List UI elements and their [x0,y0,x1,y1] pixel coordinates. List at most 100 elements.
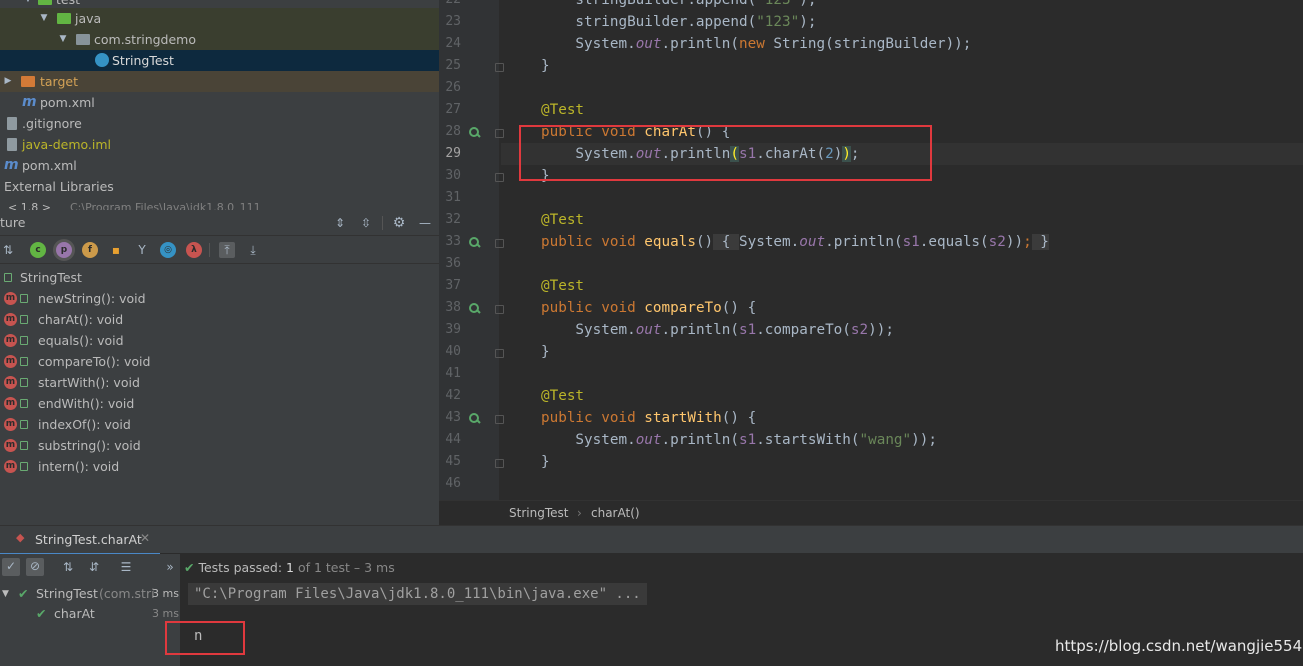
file-icon [7,117,17,130]
fold-marker-icon[interactable] [495,173,504,182]
lock-icon [20,315,28,324]
structure-method-row[interactable]: m newString(): void [0,288,439,309]
tab-run-stringtest[interactable]: ◆ StringTest.charAt ✕ [0,526,160,556]
line-number: 39 [445,322,461,337]
structure-method-row[interactable]: m substring(): void [0,435,439,456]
sort-duration-icon[interactable]: ⇵ [86,559,102,575]
anonymous-class-icon[interactable]: ◎ [160,242,176,258]
fold-marker-icon[interactable] [495,63,504,72]
line-number: 26 [445,80,461,95]
structure-title: ture [0,215,26,230]
close-icon[interactable]: ✕ [140,531,150,545]
minimize-icon[interactable]: — [417,215,433,231]
line-number: 22 [439,0,461,11]
lock-icon [20,420,28,429]
code-line: System.out.println(new String(stringBuil… [541,36,972,52]
structure-method-row[interactable]: m intern(): void [0,456,439,477]
chevron-down-icon[interactable]: ▼ [57,29,69,50]
line-number: 31 [445,190,461,205]
chevron-down-icon[interactable]: ▼ [38,8,50,29]
method-icon: m [4,460,17,473]
tree-item-java[interactable]: ▼ java [0,8,439,29]
highlight-box [519,125,932,181]
line-number: 41 [445,366,461,381]
test-tree-case[interactable]: ✔ charAt 3 ms [0,604,180,624]
fold-marker-icon[interactable] [495,129,504,138]
breadcrumb-separator-icon: › [577,506,582,520]
fold-marker-icon[interactable] [495,415,504,424]
method-label: substring(): void [38,438,141,453]
line-number: 42 [445,388,461,403]
tree-item-gitignore[interactable]: .gitignore [0,113,439,134]
expand-all-icon[interactable]: ☰ [118,559,134,575]
structure-class-row[interactable]: StringTest [0,267,439,288]
line-number: 27 [445,102,461,117]
structure-method-row[interactable]: m equals(): void [0,330,439,351]
method-icon: m [4,418,17,431]
structure-header: ture ⇕ ⇳ ⚙ — [0,210,439,236]
code-editor[interactable]: stringBuilder.append("123"); stringBuild… [439,0,1303,500]
method-label: indexOf(): void [38,417,131,432]
breadcrumb-class[interactable]: StringTest [509,501,568,526]
show-fields-icon[interactable]: f [82,242,98,258]
tree-item-target[interactable]: ▶ target [0,71,439,92]
tree-item-sdk[interactable]: < 1.8 > C:\Program Files\Java\jdk1.8.0_1… [0,197,439,210]
gear-icon[interactable]: ⚙ [391,215,407,231]
fold-marker-icon[interactable] [495,305,504,314]
divider [209,243,210,257]
tree-item-package[interactable]: ▼ com.stringdemo [0,29,439,50]
autoscroll-from-source-icon[interactable]: ⤓ [245,242,261,258]
tree-item-external-libraries[interactable]: External Libraries [0,176,439,197]
structure-method-row[interactable]: m startWith(): void [0,372,439,393]
method-label: intern(): void [38,459,120,474]
line-number: 46 [445,476,461,491]
fold-marker-icon[interactable] [495,459,504,468]
tree-item-iml[interactable]: java-demo.iml [0,134,439,155]
structure-toolbar: ⇅ c p f ▪ Y ◎ λ ⤒ ⤓ [0,237,439,264]
run-test-icon[interactable] [469,236,481,248]
structure-method-row[interactable]: m endWith(): void [0,393,439,414]
lock-icon[interactable]: ▪ [108,242,124,258]
chevron-right-icon[interactable]: ▶ [2,71,14,92]
structure-method-row[interactable]: m compareTo(): void [0,351,439,372]
show-ignored-icon[interactable]: ⊘ [26,558,44,576]
console-command: "C:\Program Files\Java\jdk1.8.0_111\bin\… [188,583,647,605]
run-test-icon[interactable] [469,126,481,138]
lambda-icon[interactable]: λ [186,242,202,258]
more-icon[interactable]: » [162,559,178,575]
expand-all-icon[interactable]: ⇕ [332,215,348,231]
folder-icon [57,13,71,24]
sort-alpha-icon[interactable]: ⇅ [60,559,76,575]
test-tree: ▼ ✔ StringTest (com.stri 3 ms ✔ charAt 3… [0,581,180,666]
chevron-down-icon[interactable]: ▼ [2,584,9,604]
show-properties-icon[interactable]: p [56,242,72,258]
lock-icon [20,378,28,387]
sort-alpha-icon[interactable]: ⇅ [0,242,16,258]
hierarchy-icon[interactable]: Y [134,242,150,258]
line-number: 24 [445,36,461,51]
autoscroll-to-source-icon[interactable]: ⤒ [219,242,235,258]
structure-method-row[interactable]: m indexOf(): void [0,414,439,435]
code-line: @Test [541,388,585,404]
collapse-all-icon[interactable]: ⇳ [358,215,374,231]
show-inherited-icon[interactable]: c [30,242,46,258]
tree-item-pom[interactable]: m pom.xml [0,92,439,113]
method-label: newString(): void [38,291,146,306]
run-test-icon[interactable] [469,412,481,424]
run-test-icon[interactable] [469,302,481,314]
structure-method-row[interactable]: m charAt(): void [0,309,439,330]
code-line: stringBuilder.append("123"); [541,0,817,8]
check-icon: ✔ [18,586,29,601]
tree-item-pom-root[interactable]: m pom.xml [0,155,439,176]
show-passed-icon[interactable]: ✓ [2,558,20,576]
code-line: } [541,454,550,470]
line-number: 28 [445,124,461,139]
tree-item-stringtest[interactable]: StringTest [0,50,439,71]
line-number: 43 [445,410,461,425]
folder-icon [21,76,35,87]
breadcrumb-method[interactable]: charAt() [591,501,640,526]
fold-marker-icon[interactable] [495,349,504,358]
test-tree-suite[interactable]: ▼ ✔ StringTest (com.stri 3 ms [0,584,180,604]
run-panel: ◆ StringTest.charAt ✕ ✓ ⊘ ⇅ ⇵ ☰ » ✔ Test… [0,525,1303,666]
fold-marker-icon[interactable] [495,239,504,248]
